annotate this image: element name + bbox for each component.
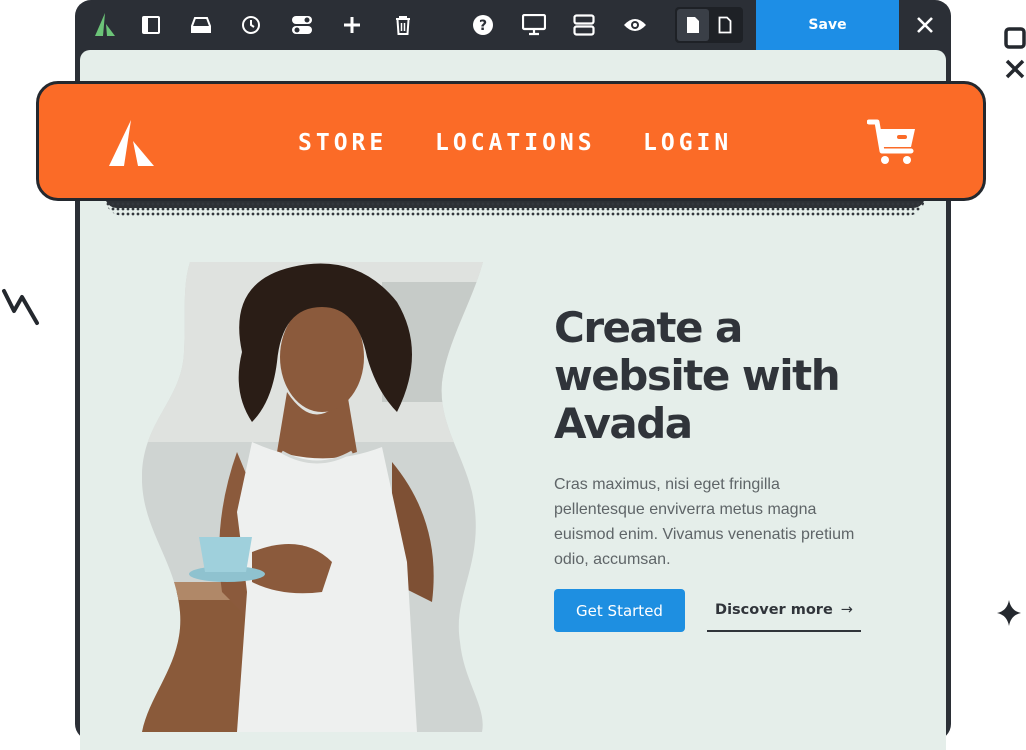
sparkle-icon (996, 599, 1022, 632)
nav-link-store[interactable]: STORE (298, 130, 387, 156)
layout-section-icon[interactable] (186, 10, 216, 40)
add-plus-icon[interactable] (337, 10, 367, 40)
nav-link-login[interactable]: LOGIN (643, 130, 732, 156)
hero-paragraph: Cras maximus, nisi eget fringilla pellen… (554, 476, 855, 568)
trash-icon[interactable] (388, 10, 418, 40)
close-icon (1005, 59, 1025, 84)
close-builder-icon[interactable] (899, 0, 951, 50)
arrow-right-icon: → (840, 601, 853, 618)
nav-link-locations[interactable]: LOCATIONS (435, 130, 596, 156)
hero-photo (142, 262, 487, 732)
desktop-preview-icon[interactable] (519, 10, 549, 40)
history-clock-icon[interactable] (236, 10, 266, 40)
site-header: STORE LOCATIONS LOGIN (36, 81, 986, 201)
svg-text:?: ? (479, 18, 487, 34)
preview-eye-icon[interactable] (620, 10, 650, 40)
view-toggle (675, 7, 743, 43)
restore-window-icon (1004, 27, 1026, 54)
builder-toolbar: ? Save (75, 0, 951, 50)
page-filled-icon[interactable] (677, 9, 709, 41)
layout-rows-icon[interactable] (569, 10, 599, 40)
save-button[interactable]: Save (756, 0, 899, 50)
discover-more-link[interactable]: Discover more → (707, 589, 861, 632)
discover-more-label: Discover more (715, 601, 833, 618)
avada-logo-icon[interactable] (90, 10, 120, 40)
zigzag-doodle (0, 287, 42, 332)
help-icon[interactable]: ? (468, 10, 498, 40)
sidebar-panel-icon[interactable] (136, 10, 166, 40)
cart-icon[interactable] (866, 117, 917, 172)
page-outline-icon[interactable] (709, 9, 741, 41)
toggle-options-icon[interactable] (287, 10, 317, 40)
get-started-button[interactable]: Get Started (554, 589, 685, 632)
site-logo-icon[interactable] (105, 119, 155, 172)
hero-headline: Create a website with Avada (554, 303, 841, 448)
